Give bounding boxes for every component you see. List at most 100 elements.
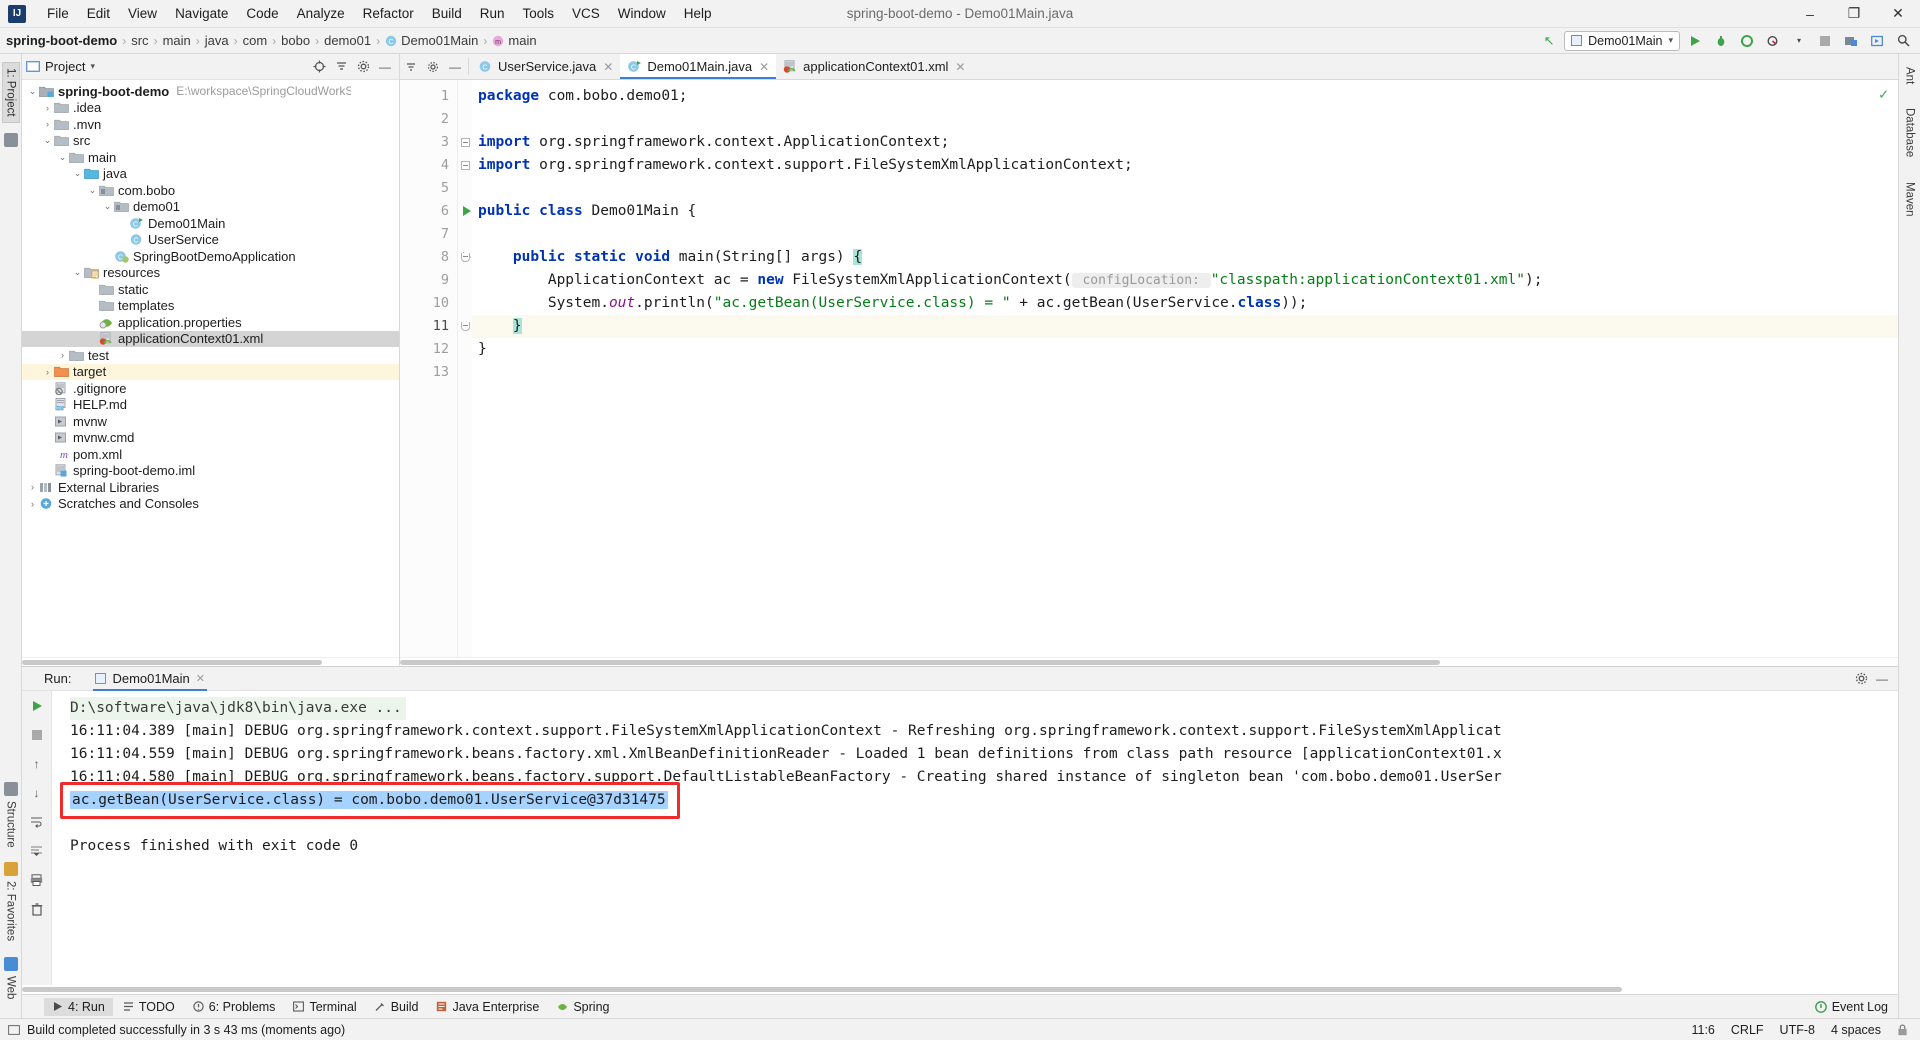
tree-node-static[interactable]: static <box>22 281 399 298</box>
code-line-11[interactable]: } <box>472 315 1898 338</box>
tree-node-templates[interactable]: templates <box>22 298 399 315</box>
chevron-down-icon[interactable]: ⌄ <box>86 185 99 196</box>
sidebar-tab-database[interactable]: Database <box>1902 103 1918 162</box>
gear-icon[interactable] <box>353 57 373 77</box>
close-icon[interactable]: ✕ <box>955 60 965 74</box>
tree-node-test[interactable]: › test <box>22 347 399 364</box>
bottom-tab-java-enterprise[interactable]: Java Enterprise <box>428 998 547 1016</box>
code-line-4[interactable]: import org.springframework.context.suppo… <box>472 154 1898 177</box>
project-strip-icon[interactable] <box>3 132 18 147</box>
menu-refactor[interactable]: Refactor <box>354 3 423 24</box>
code-line-13[interactable] <box>472 361 1898 384</box>
chevron-down-icon[interactable]: ⌄ <box>101 201 114 212</box>
chevron-down-icon[interactable]: ▾ <box>1788 31 1810 51</box>
project-horizontal-scrollbar[interactable] <box>22 657 399 666</box>
menu-navigate[interactable]: Navigate <box>166 3 237 24</box>
breadcrumb-item-src[interactable]: src <box>131 33 148 48</box>
line-number-7[interactable]: 7 <box>400 223 457 246</box>
gear-icon[interactable] <box>1855 672 1868 686</box>
caret-position[interactable]: 11:6 <box>1691 1023 1714 1037</box>
menu-run[interactable]: Run <box>471 3 514 24</box>
indent-setting[interactable]: 4 spaces <box>1831 1023 1881 1037</box>
tree-node-help-md[interactable]: MD HELP.md <box>22 397 399 414</box>
collapse-all-button[interactable] <box>331 57 351 77</box>
chevron-down-icon[interactable]: ▾ <box>90 61 95 72</box>
tree-node--mvn[interactable]: › .mvn <box>22 116 399 133</box>
close-icon[interactable]: ✕ <box>196 672 205 685</box>
web-strip-icon[interactable] <box>3 956 18 971</box>
console-output[interactable]: D:\software\java\jdk8\bin\java.exe ... 16… <box>52 691 1898 985</box>
line-number-9[interactable]: 9 <box>400 269 457 292</box>
chevron-down-icon[interactable]: ⌄ <box>71 267 84 278</box>
bottom-tab-6-problems[interactable]: 6: Problems <box>185 998 284 1016</box>
breadcrumb-item-demo01main[interactable]: Demo01Main <box>401 33 478 48</box>
project-tree[interactable]: ⌄ spring-boot-demo E:\workspace\SpringClou… <box>22 80 399 657</box>
hide-button[interactable]: — <box>1876 672 1888 686</box>
menu-build[interactable]: Build <box>423 3 471 24</box>
tree-node--gitignore[interactable]: .gitignore <box>22 380 399 397</box>
editor-tab-demo01main-java[interactable]: C Demo01Main.java ✕ <box>620 54 777 79</box>
line-number-6[interactable]: 6 <box>400 200 471 223</box>
tree-node-mvnw-cmd[interactable]: mvnw.cmd <box>22 430 399 447</box>
back-arrow-icon[interactable]: ↖ <box>1538 31 1560 51</box>
fold-marker-line-3[interactable] <box>458 131 472 154</box>
sidebar-tab-favorites[interactable]: 2: Favorites <box>3 876 19 946</box>
breadcrumb[interactable]: spring-boot-demo › src › main › java › com › bobo ›… <box>6 33 537 48</box>
favorites-strip-icon[interactable] <box>3 862 18 877</box>
code-line-8[interactable]: public static void main(String[] args) { <box>472 246 1898 269</box>
inspection-status-icon[interactable]: ✓ <box>1879 85 1888 103</box>
menu-view[interactable]: View <box>119 3 166 24</box>
file-encoding[interactable]: UTF-8 <box>1780 1023 1815 1037</box>
tree-node-applicationcontext01-xml[interactable]: applicationContext01.xml <box>22 330 399 347</box>
code-folding-column[interactable] <box>458 80 472 657</box>
tree-node-application-properties[interactable]: application.properties <box>22 314 399 331</box>
rerun-button[interactable] <box>28 697 46 715</box>
chevron-down-icon[interactable]: ⌄ <box>56 152 69 163</box>
code-line-2[interactable] <box>472 108 1898 131</box>
code-line-5[interactable] <box>472 177 1898 200</box>
sidebar-tab-maven[interactable]: Maven <box>1902 177 1918 222</box>
close-button[interactable]: ✕ <box>1876 0 1920 28</box>
run-gutter-icon[interactable] <box>463 206 471 216</box>
hide-button[interactable]: — <box>444 54 466 79</box>
chevron-down-icon[interactable]: ⌄ <box>41 135 54 146</box>
code-line-10[interactable]: System.out.println("ac.getBean(UserServi… <box>472 292 1898 315</box>
line-separator[interactable]: CRLF <box>1731 1023 1764 1037</box>
editor-horizontal-scrollbar[interactable] <box>400 657 1898 666</box>
breadcrumb-item-demo01[interactable]: demo01 <box>324 33 371 48</box>
maximize-button[interactable]: ❐ <box>1832 0 1876 28</box>
line-number-5[interactable]: 5 <box>400 177 457 200</box>
gear-icon[interactable] <box>422 54 444 79</box>
run-with-coverage-button[interactable] <box>1736 31 1758 51</box>
breadcrumb-item-com[interactable]: com <box>243 33 268 48</box>
breadcrumb-item-main[interactable]: main <box>163 33 191 48</box>
tree-node-demo01[interactable]: ⌄ demo01 <box>22 199 399 216</box>
stop-button[interactable] <box>28 726 46 744</box>
search-everywhere-icon[interactable] <box>1892 31 1914 51</box>
line-number-10[interactable]: 10 <box>400 292 457 315</box>
tree-node-com-bobo[interactable]: ⌄ com.bobo <box>22 182 399 199</box>
menu-help[interactable]: Help <box>675 3 721 24</box>
chevron-right-icon[interactable]: › <box>41 103 54 113</box>
line-number-3[interactable]: 3 <box>400 131 457 154</box>
editor-tab-userservice-java[interactable]: C UserService.java ✕ <box>471 54 620 79</box>
chevron-right-icon[interactable]: › <box>41 367 54 377</box>
breadcrumb-item-bobo[interactable]: bobo <box>281 33 310 48</box>
line-number-11[interactable]: 11 <box>400 315 457 338</box>
tree-node-mvnw[interactable]: mvnw <box>22 413 399 430</box>
source-code[interactable]: package com.bobo.demo01; import org.sprin… <box>472 80 1898 657</box>
tree-node-java[interactable]: ⌄ java <box>22 166 399 183</box>
bottom-tab-terminal[interactable]: Terminal <box>285 998 364 1016</box>
bottom-tab-4-run[interactable]: 4: Run <box>44 997 113 1016</box>
sidebar-tab-ant[interactable]: Ant <box>1902 62 1918 89</box>
chevron-right-icon[interactable]: › <box>26 482 39 492</box>
tree-node-pom-xml[interactable]: m pom.xml <box>22 446 399 463</box>
line-number-1[interactable]: 1 <box>400 85 457 108</box>
scroll-up-button[interactable]: ↑ <box>28 755 46 773</box>
chevron-right-icon[interactable]: › <box>26 499 39 509</box>
sort-tabs-button[interactable] <box>400 54 422 79</box>
code-line-3[interactable]: import org.springframework.context.Appli… <box>472 131 1898 154</box>
tree-node-external-libraries[interactable]: › External Libraries <box>22 479 399 496</box>
tree-node-demo01main[interactable]: C Demo01Main <box>22 215 399 232</box>
preview-button[interactable] <box>1866 31 1888 51</box>
